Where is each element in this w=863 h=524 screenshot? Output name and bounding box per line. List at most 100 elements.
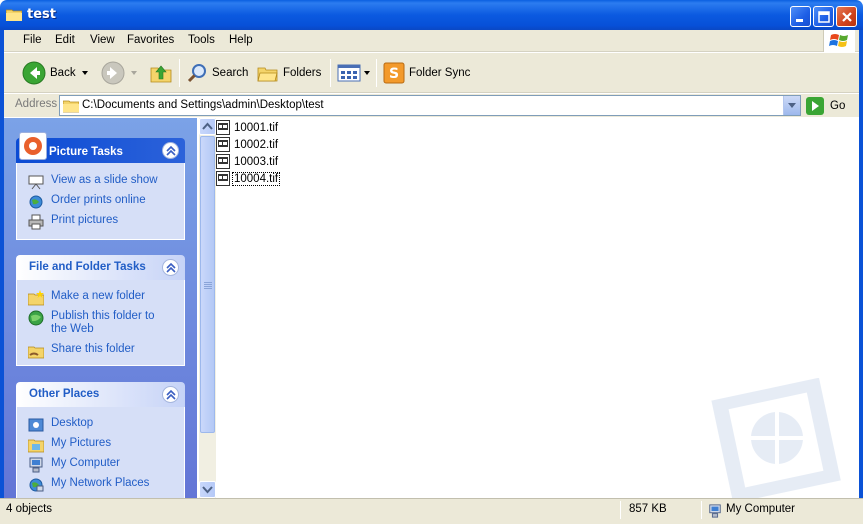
address-dropdown-button[interactable] [783, 96, 800, 115]
chevron-up-icon [202, 122, 213, 130]
file-folder-tasks-panel: File and Folder Tasks Make a new folder … [16, 255, 185, 366]
address-path: C:\Documents and Settings\admin\Desktop\… [82, 99, 324, 111]
file-folder-tasks-header[interactable]: File and Folder Tasks [16, 255, 185, 280]
file-item[interactable]: 10002.tif [216, 137, 279, 152]
maximize-button[interactable] [813, 6, 834, 27]
collapse-chevron-icon[interactable] [162, 142, 179, 159]
address-bar: Address C:\Documents and Settings\admin\… [4, 94, 859, 117]
tif-file-icon [216, 137, 230, 152]
network-places-icon [29, 478, 44, 492]
picture-tasks-body: View as a slide show Order prints online… [16, 163, 185, 240]
menu-file[interactable]: File [23, 34, 42, 46]
status-bar: 4 objects 857 KB My Computer [0, 498, 863, 524]
views-icon [337, 64, 361, 82]
folders-label: Folders [283, 67, 322, 79]
picture-tasks-icon [19, 132, 47, 160]
toolbar-separator [330, 59, 331, 87]
desktop-icon [28, 418, 44, 432]
search-button[interactable]: Search [186, 59, 248, 87]
task-view-slideshow[interactable]: View as a slide show [28, 174, 169, 190]
menu-help[interactable]: Help [229, 34, 253, 46]
file-item[interactable]: 10003.tif [216, 154, 279, 169]
go-button[interactable]: Go [806, 95, 845, 116]
place-desktop[interactable]: Desktop [28, 417, 169, 433]
address-input[interactable]: C:\Documents and Settings\admin\Desktop\… [59, 95, 801, 116]
forward-dropdown-icon[interactable] [131, 71, 137, 75]
menu-edit[interactable]: Edit [55, 34, 75, 46]
file-item-selected[interactable]: 10004.tif [216, 171, 281, 186]
globe-print-icon [29, 195, 43, 209]
address-label: Address [15, 98, 58, 110]
collapse-chevron-icon[interactable] [162, 386, 179, 403]
scroll-down-button[interactable] [199, 481, 216, 498]
globe-icon [28, 310, 44, 326]
close-button[interactable] [836, 6, 857, 27]
file-item[interactable]: 10001.tif [216, 120, 279, 135]
folder-icon [6, 9, 22, 21]
search-icon [187, 64, 206, 83]
folders-icon [257, 67, 278, 82]
task-pane-scrollbar[interactable] [199, 118, 216, 498]
minimize-button[interactable] [790, 6, 811, 27]
pictures-watermark-icon [711, 378, 841, 498]
toolbar: Back Search Folders S Folder Sync [4, 53, 859, 93]
task-publish-folder[interactable]: Publish this folder to the Web [28, 310, 169, 336]
printer-icon [28, 214, 44, 230]
views-button[interactable] [337, 59, 370, 87]
toolbar-separator [376, 59, 377, 87]
search-label: Search [212, 67, 249, 79]
share-folder-icon [28, 346, 44, 359]
task-print-pictures[interactable]: Print pictures [28, 214, 169, 230]
new-folder-icon [28, 290, 44, 306]
main-area: Picture Tasks View as a slide show Order… [4, 118, 859, 498]
menu-favorites[interactable]: Favorites [127, 34, 174, 46]
forward-button[interactable] [101, 59, 137, 87]
window-title: test [27, 7, 56, 22]
back-label: Back [50, 67, 76, 79]
views-dropdown-icon[interactable] [364, 71, 370, 75]
windows-logo [823, 30, 855, 52]
picture-tasks-title: Picture Tasks [49, 146, 123, 158]
tif-file-icon [216, 171, 230, 186]
menu-bar: File Edit View Favorites Tools Help [4, 30, 859, 52]
folder-sync-button[interactable]: S Folder Sync [383, 59, 470, 87]
maximize-icon [818, 11, 830, 23]
menu-tools[interactable]: Tools [188, 34, 215, 46]
task-make-new-folder[interactable]: Make a new folder [28, 290, 169, 306]
status-object-count: 4 objects [6, 503, 53, 515]
folder-sync-label: Folder Sync [409, 67, 471, 79]
back-dropdown-icon[interactable] [81, 71, 88, 75]
other-places-header[interactable]: Other Places [16, 382, 185, 407]
scroll-thumb[interactable] [200, 136, 215, 433]
menu-view[interactable]: View [90, 34, 115, 46]
slideshow-icon [28, 175, 44, 190]
title-bar[interactable]: test [0, 0, 863, 30]
file-list[interactable]: 10001.tif 10002.tif 10003.tif 10004.tif [216, 118, 859, 498]
folders-button[interactable]: Folders [257, 59, 321, 87]
minimize-icon [796, 19, 803, 22]
place-my-computer[interactable]: My Computer [28, 457, 169, 473]
go-label: Go [830, 99, 846, 112]
back-arrow-icon [22, 61, 46, 85]
task-pane: Picture Tasks View as a slide show Order… [4, 118, 197, 498]
close-icon [842, 12, 852, 22]
task-order-prints[interactable]: Order prints online [28, 194, 169, 210]
task-share-folder[interactable]: Share this folder [28, 343, 169, 359]
up-button[interactable] [150, 59, 172, 87]
place-my-network-places[interactable]: My Network Places [28, 477, 169, 493]
picture-tasks-header[interactable]: Picture Tasks [16, 132, 185, 163]
windows-flag-icon [829, 34, 848, 47]
my-computer-icon [709, 504, 721, 518]
window-frame-right [859, 30, 863, 524]
my-pictures-icon [28, 439, 44, 453]
back-button[interactable]: Back [22, 59, 88, 87]
place-my-pictures[interactable]: My Pictures [28, 437, 169, 453]
scroll-up-button[interactable] [199, 118, 216, 135]
folder-sync-icon: S [383, 62, 405, 84]
folder-up-icon [150, 65, 172, 83]
other-places-title: Other Places [29, 388, 100, 400]
tif-file-icon [216, 120, 230, 135]
collapse-chevron-icon[interactable] [162, 259, 179, 276]
picture-tasks-panel: Picture Tasks View as a slide show Order… [16, 132, 185, 240]
tif-file-icon [216, 154, 230, 169]
